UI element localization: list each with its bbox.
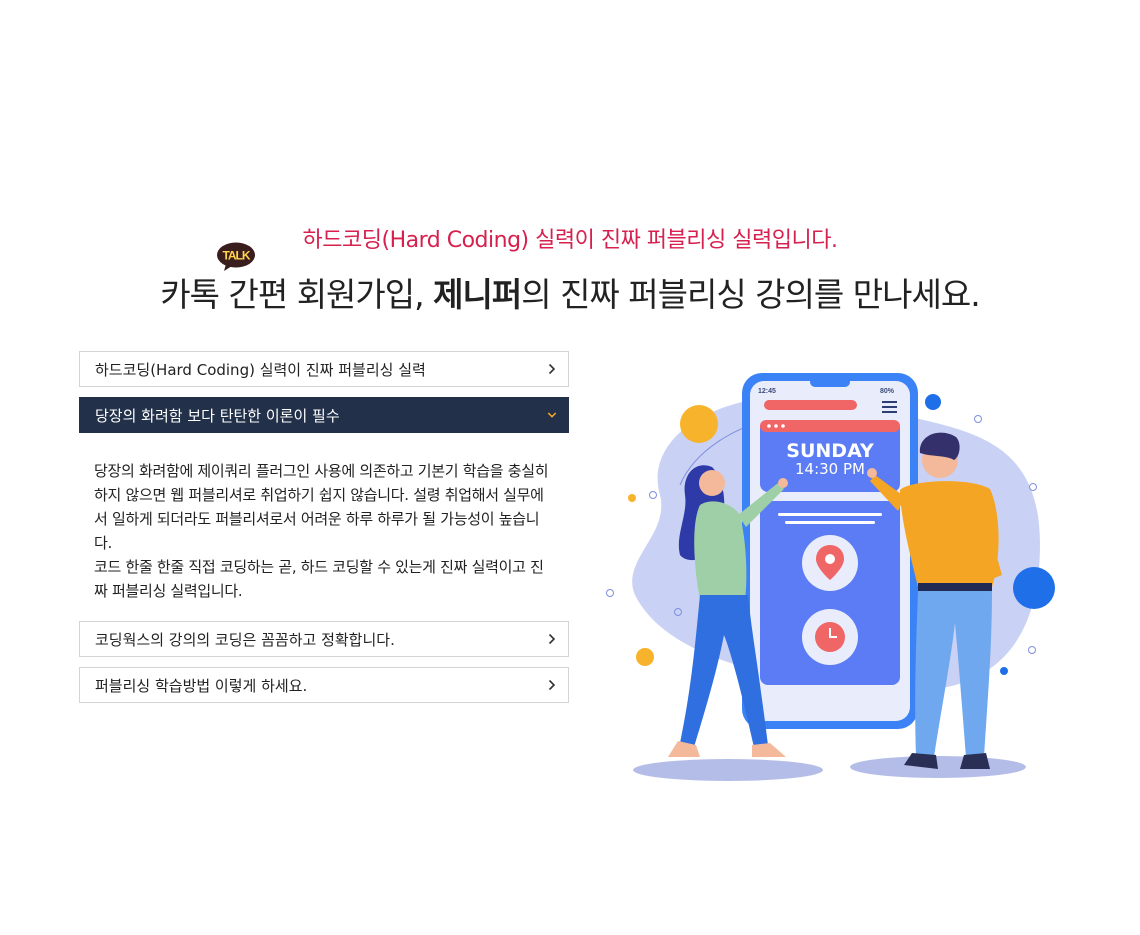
accordion-item-label: 코딩웍스의 강의의 코딩은 꼼꼼하고 정확합니다.: [95, 630, 395, 649]
floor-shadow-right: [850, 756, 1026, 778]
headline-kakao-word: 카톡: [160, 275, 220, 314]
faq-accordion: 하드코딩(Hard Coding) 실력이 진짜 퍼블리싱 실력 당장의 화려함…: [79, 351, 569, 703]
talk-badge-text: TALK: [223, 249, 251, 263]
kakao-talk-icon: TALK: [217, 242, 256, 271]
accordion-item-accuracy[interactable]: 코딩웍스의 강의의 코딩은 꼼꼼하고 정확합니다.: [79, 621, 569, 657]
decor-circle-blue: [1013, 567, 1055, 609]
headline-mid: 간편 회원가입,: [219, 275, 434, 314]
phone-clock-text: 14:30 PM: [795, 460, 865, 478]
phone-day-text: SUNDAY: [786, 440, 874, 462]
hero-subtitle: 하드코딩(Hard Coding) 실력이 진짜 퍼블리싱 실력입니다.: [302, 228, 838, 253]
chevron-down-icon: [547, 410, 557, 420]
accordion-panel-paragraph-2: 코드 한줄 한줄 직접 코딩하는 곧, 하드 코딩할 수 있는게 진짜 실력이고…: [94, 558, 544, 600]
decor-dot: [1000, 667, 1008, 675]
kakao-talk-wrap: 카톡 TALK: [160, 242, 256, 316]
accordion-item-label: 당장의 화려함 보다 탄탄한 이론이 필수: [95, 406, 340, 425]
decor-circle-yellow-small: [636, 648, 654, 666]
decor-ring: [1029, 483, 1037, 491]
accordion-item-theory[interactable]: 당장의 화려함 보다 탄탄한 이론이 필수: [79, 397, 569, 433]
decor-ring: [1028, 646, 1036, 654]
people-with-phone-illustration: 12:45 80% SUNDAY 14:30 PM: [606, 373, 1055, 781]
chevron-right-icon: [547, 679, 557, 691]
chevron-right-icon: [547, 363, 557, 375]
decor-circle-yellow: [680, 405, 718, 443]
phone-status-battery: 80%: [880, 388, 895, 395]
chevron-right-icon: [547, 633, 557, 645]
accordion-item-hard-coding[interactable]: 하드코딩(Hard Coding) 실력이 진짜 퍼블리싱 실력: [79, 351, 569, 387]
accordion-item-study-method[interactable]: 퍼블리싱 학습방법 이렇게 하세요.: [79, 667, 569, 703]
menu-icon: [882, 401, 897, 413]
phone-status-time: 12:45: [758, 388, 776, 395]
decor-circle-blue-small: [925, 394, 941, 410]
decor-ring: [649, 491, 657, 499]
phone-mockup: 12:45 80% SUNDAY 14:30 PM: [742, 373, 918, 729]
headline-brand: 제니퍼: [433, 275, 522, 314]
accordion-item-label: 퍼블리싱 학습방법 이렇게 하세요.: [95, 676, 308, 695]
decor-ring: [974, 415, 982, 423]
accordion-panel-theory: 당장의 화려함에 제이쿼리 플러그인 사용에 의존하고 기본기 학습을 충실히 …: [79, 433, 569, 621]
accordion-item-label: 하드코딩(Hard Coding) 실력이 진짜 퍼블리싱 실력: [95, 360, 426, 379]
hero-headline: 카톡 TALK 간편 회원가입, 제니퍼의 진짜 퍼블리싱 강의를 만나세요.: [0, 242, 1140, 316]
accordion-panel-paragraph-1: 당장의 화려함에 제이쿼리 플러그인 사용에 의존하고 기본기 학습을 충실히 …: [94, 462, 549, 552]
decor-dot: [628, 494, 636, 502]
floor-shadow-left: [633, 759, 823, 781]
phone-search-bar: [764, 400, 857, 410]
decor-ring: [606, 589, 614, 597]
headline-post: 의 진짜 퍼블리싱 강의를 만나세요.: [521, 275, 980, 314]
